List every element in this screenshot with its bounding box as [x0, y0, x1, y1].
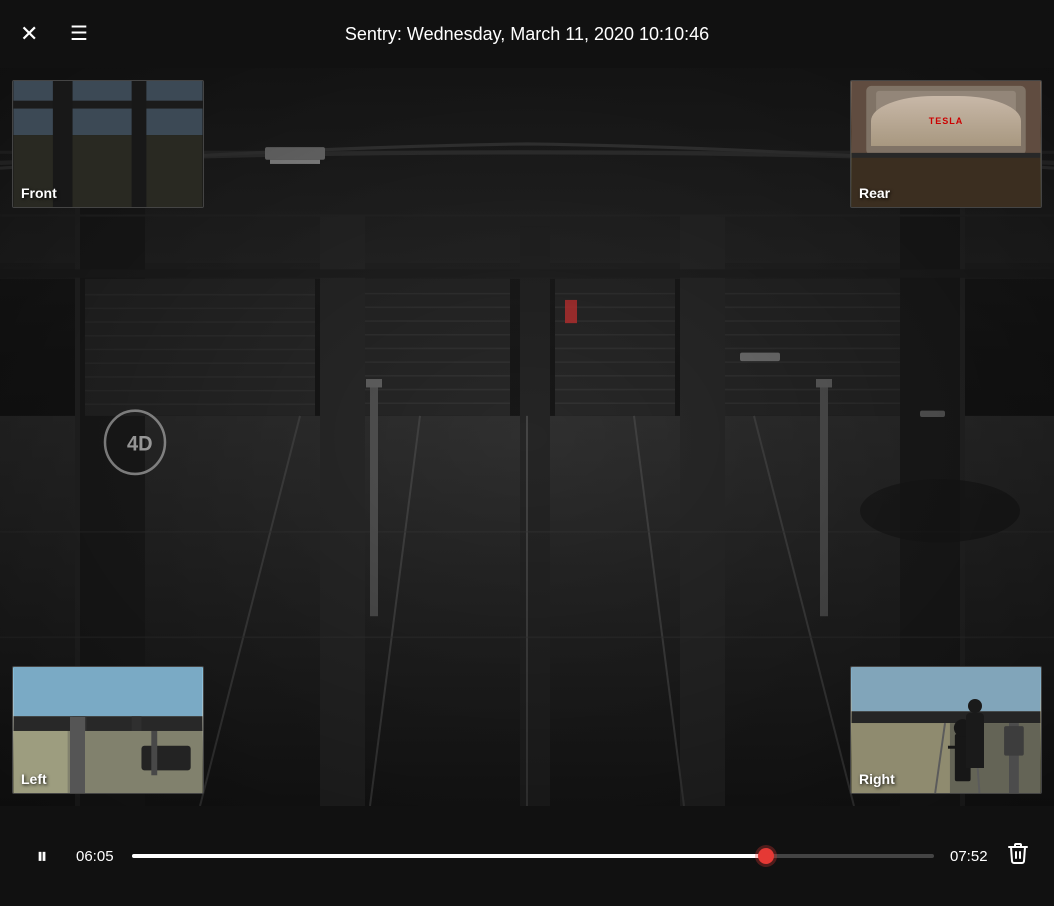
- delete-button[interactable]: [1006, 841, 1030, 871]
- trash-icon: [1006, 841, 1030, 865]
- svg-text:TESLA: TESLA: [932, 116, 962, 126]
- pip-left[interactable]: Left: [12, 666, 204, 794]
- play-pause-button[interactable]: ⏸: [24, 843, 60, 869]
- progress-thumb: [758, 848, 774, 864]
- progress-fill: [132, 854, 766, 858]
- close-button[interactable]: ✕: [20, 23, 38, 45]
- time-total: 07:52: [950, 848, 990, 865]
- progress-bar[interactable]: [132, 854, 934, 858]
- main-video-area: 4D: [0, 68, 1054, 806]
- pip-left-label: Left: [21, 771, 47, 787]
- pip-rear-label: Rear: [859, 185, 890, 201]
- time-current: 06:05: [76, 848, 116, 865]
- controls-bar: ⏸ 06:05 07:52: [0, 806, 1054, 906]
- pip-rear[interactable]: TESLA Rear: [850, 80, 1042, 208]
- main-video-bg: 4D: [0, 68, 1054, 806]
- header-title: Sentry: Wednesday, March 11, 2020 10:10:…: [345, 24, 709, 45]
- pip-front[interactable]: Front: [12, 80, 204, 208]
- menu-button[interactable]: ☰: [70, 24, 88, 44]
- pip-right-label: Right: [859, 771, 895, 787]
- header-bar: ✕ ☰ Sentry: Wednesday, March 11, 2020 10…: [0, 0, 1054, 68]
- pip-right[interactable]: Right: [850, 666, 1042, 794]
- pip-front-label: Front: [21, 185, 57, 201]
